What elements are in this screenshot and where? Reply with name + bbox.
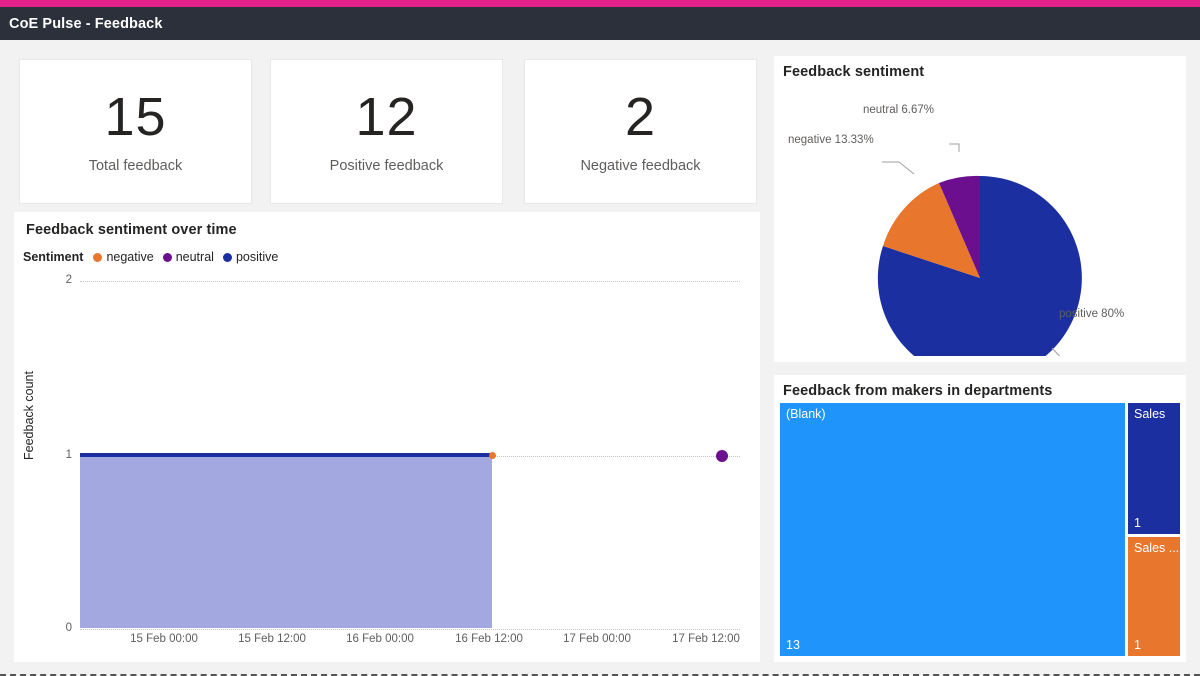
kpi-card-negative-feedback[interactable]: 2 Negative feedback — [524, 59, 757, 204]
tile-value: 1 — [1134, 638, 1141, 652]
tile-label: Sales ... — [1134, 541, 1180, 555]
kpi-value: 12 — [355, 86, 418, 147]
title-bar: CoE Pulse - Feedback — [0, 7, 1200, 40]
pie-leader-positive — [1051, 347, 1061, 356]
x-tick-2: 16 Feb 00:00 — [346, 633, 414, 645]
treemap-panel[interactable]: Feedback from makers in departments (Bla… — [774, 375, 1186, 662]
legend-item-negative[interactable]: negative — [93, 250, 154, 264]
accent-bar — [0, 0, 1200, 7]
gridline-0 — [80, 629, 740, 630]
line-series-positive — [80, 453, 492, 457]
line-chart-legend: Sentiment negative neutral positive — [23, 250, 282, 264]
x-tick-1: 15 Feb 12:00 — [238, 633, 306, 645]
data-point-negative[interactable] — [489, 452, 496, 459]
pie-label-negative: negative 13.33% — [788, 134, 874, 146]
tile-label: (Blank) — [786, 407, 826, 421]
gridline-2 — [80, 281, 740, 282]
x-tick-0: 15 Feb 00:00 — [130, 633, 198, 645]
pie-leader-negative — [882, 161, 915, 175]
legend-item-positive[interactable]: positive — [222, 250, 279, 264]
legend-title: Sentiment — [23, 250, 84, 264]
pie-chart-title: Feedback sentiment — [783, 64, 925, 80]
legend-dot-icon — [93, 252, 103, 262]
y-axis-title: Feedback count — [22, 371, 36, 460]
legend-dot-icon — [222, 252, 232, 262]
tile-value: 1 — [1134, 516, 1141, 530]
kpi-card-positive-feedback[interactable]: 12 Positive feedback — [270, 59, 503, 204]
y-tick-1: 1 — [65, 449, 72, 461]
x-tick-3: 16 Feb 12:00 — [455, 633, 523, 645]
y-tick-2: 2 — [65, 274, 72, 286]
legend-label: neutral — [175, 250, 214, 264]
kpi-label: Total feedback — [88, 157, 183, 174]
treemap-tile-sales[interactable]: Sales 1 — [1128, 403, 1180, 534]
area-series-positive — [80, 457, 492, 628]
dashboard-page: CoE Pulse - Feedback 15 Total feedback 1… — [0, 0, 1200, 676]
treemap-tile-sales-other[interactable]: Sales ... 1 — [1128, 537, 1180, 656]
pie-leader-neutral — [949, 143, 960, 152]
kpi-value: 15 — [104, 86, 167, 147]
tile-value: 13 — [786, 638, 800, 652]
treemap-tile-blank[interactable]: (Blank) 13 — [780, 403, 1125, 656]
legend-label: positive — [235, 250, 279, 264]
data-point-neutral[interactable] — [716, 450, 728, 462]
kpi-label: Negative feedback — [580, 157, 701, 174]
legend-label: negative — [106, 250, 154, 264]
y-tick-0: 0 — [65, 622, 72, 634]
pie-label-neutral: neutral 6.67% — [863, 104, 934, 116]
kpi-label: Positive feedback — [329, 157, 444, 174]
line-chart-title: Feedback sentiment over time — [26, 222, 237, 238]
page-title: CoE Pulse - Feedback — [9, 15, 163, 32]
x-tick-4: 17 Feb 00:00 — [563, 633, 631, 645]
pie-label-positive: positive 80% — [1059, 308, 1125, 320]
x-tick-5: 17 Feb 12:00 — [672, 633, 740, 645]
kpi-card-total-feedback[interactable]: 15 Total feedback — [19, 59, 252, 204]
pie-chart-panel[interactable]: Feedback sentiment negative 13.33% neutr… — [774, 56, 1186, 362]
legend-item-neutral[interactable]: neutral — [162, 250, 214, 264]
kpi-value: 2 — [624, 86, 657, 147]
treemap-title: Feedback from makers in departments — [783, 383, 1053, 399]
treemap-tiles: (Blank) 13 Sales 1 Sales ... 1 — [780, 403, 1180, 656]
tile-label: Sales — [1134, 407, 1166, 421]
legend-dot-icon — [162, 252, 172, 262]
